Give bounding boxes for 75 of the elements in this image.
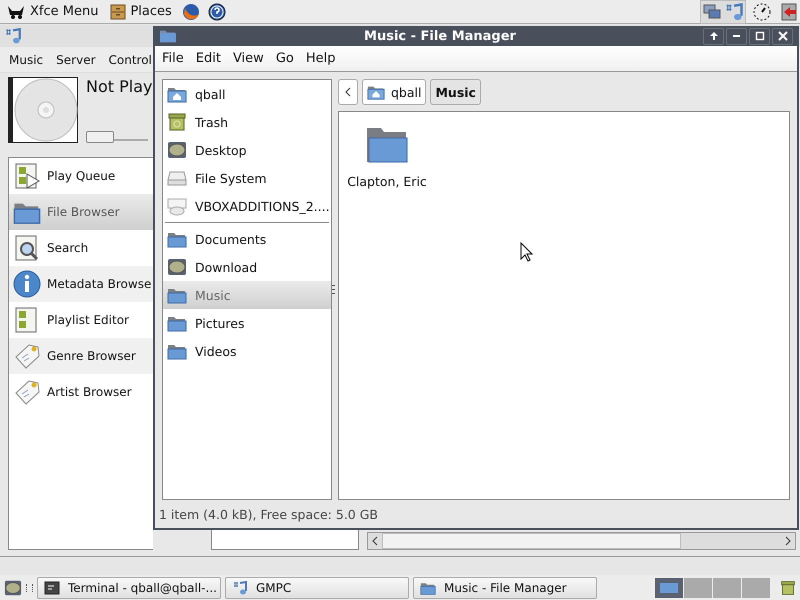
close-icon: [778, 31, 788, 41]
show-desktop-icon[interactable]: [4, 578, 22, 596]
menu-item[interactable]: Go: [270, 51, 299, 66]
task-button[interactable]: Music - File Manager: [413, 576, 597, 598]
terminal-icon: [44, 580, 60, 596]
places-item[interactable]: File System: [163, 164, 331, 192]
disc-drive-icon: [167, 196, 187, 216]
places-item[interactable]: Desktop: [163, 136, 331, 164]
workspace-button[interactable]: [655, 578, 683, 598]
disc-cover-icon: [8, 77, 78, 143]
tag-icon: [13, 378, 41, 406]
menu-item[interactable]: Music: [3, 52, 44, 66]
shade-button[interactable]: [703, 28, 724, 44]
path-button[interactable]: qball: [362, 79, 426, 105]
sidebar-item[interactable]: Artist Browser: [9, 374, 153, 410]
task-button[interactable]: GMPC: [225, 576, 409, 598]
places-item[interactable]: Music: [163, 281, 331, 309]
sidebar-item[interactable]: Metadata Browse: [9, 266, 153, 302]
sidebar-item[interactable]: Genre Browser: [9, 338, 153, 374]
mouse-pointer-icon: [520, 242, 534, 262]
playlist-icon: [13, 162, 41, 190]
path-button[interactable]: Music: [430, 79, 481, 105]
menu-item[interactable]: File: [157, 51, 189, 66]
sidebar-item[interactable]: Playlist Editor: [9, 302, 153, 338]
menu-item[interactable]: View: [228, 51, 269, 66]
network-icon[interactable]: [702, 2, 722, 22]
music-note-icon[interactable]: [724, 2, 744, 22]
folder-icon: [159, 28, 177, 44]
places-item[interactable]: Videos: [163, 337, 331, 365]
desktop-icon: [167, 257, 187, 277]
minimize-button[interactable]: [726, 28, 747, 44]
task-button[interactable]: Terminal - qball@qball-...: [37, 576, 221, 598]
places-item[interactable]: qball: [163, 80, 331, 108]
places-item[interactable]: Download: [163, 253, 331, 281]
clock-icon[interactable]: [752, 2, 772, 22]
sidebar-item[interactable]: Play Queue: [9, 158, 153, 194]
close-button[interactable]: [772, 28, 793, 44]
up-arrow-icon: [708, 31, 718, 41]
minimize-icon: [733, 35, 740, 37]
input-field[interactable]: [211, 528, 359, 550]
maximize-button[interactable]: [749, 28, 770, 44]
drawer-icon: [110, 4, 126, 20]
window-title: Music - File Manager: [363, 28, 517, 44]
pane-handle-icon[interactable]: [332, 285, 335, 294]
folder-item[interactable]: Clapton, Eric: [347, 126, 427, 189]
horizontal-scrollbar[interactable]: [367, 532, 796, 550]
browser-icon[interactable]: [182, 2, 200, 20]
places-item[interactable]: Pictures: [163, 309, 331, 337]
places-item[interactable]: Trash: [163, 108, 331, 136]
search-icon: [13, 234, 41, 262]
logout-icon[interactable]: [780, 2, 798, 22]
menu-item[interactable]: Help: [300, 51, 340, 66]
xfce-menu-button[interactable]: Xfce Menu: [2, 4, 102, 20]
places-item[interactable]: Documents: [163, 225, 331, 253]
trash-icon: [167, 112, 187, 132]
desktop-icon: [167, 140, 187, 160]
maximize-icon: [754, 31, 764, 41]
info-icon: [13, 270, 41, 298]
places-item[interactable]: VBOXADDITIONS_2....: [163, 192, 331, 220]
tag-icon: [13, 342, 41, 370]
status-bar-text: 1 item (4.0 kB), Free space: 5.0 GB: [159, 506, 378, 522]
music-note-icon: [232, 580, 248, 596]
sidebar-item[interactable]: File Browser: [9, 194, 153, 230]
music-note-icon: [4, 27, 22, 45]
sidebar-item[interactable]: Search: [9, 230, 153, 266]
seek-slider[interactable]: [86, 129, 148, 141]
trash-icon[interactable]: [780, 580, 796, 596]
chevron-left-icon: [345, 87, 351, 97]
menu-item[interactable]: Server: [50, 52, 96, 66]
help-icon[interactable]: [208, 2, 226, 20]
back-button[interactable]: [338, 79, 358, 105]
now-playing-title: Not Play: [86, 77, 152, 96]
places-button[interactable]: Places: [106, 4, 176, 20]
menu-item[interactable]: Control: [102, 52, 152, 66]
menu-item[interactable]: Edit: [190, 51, 226, 66]
